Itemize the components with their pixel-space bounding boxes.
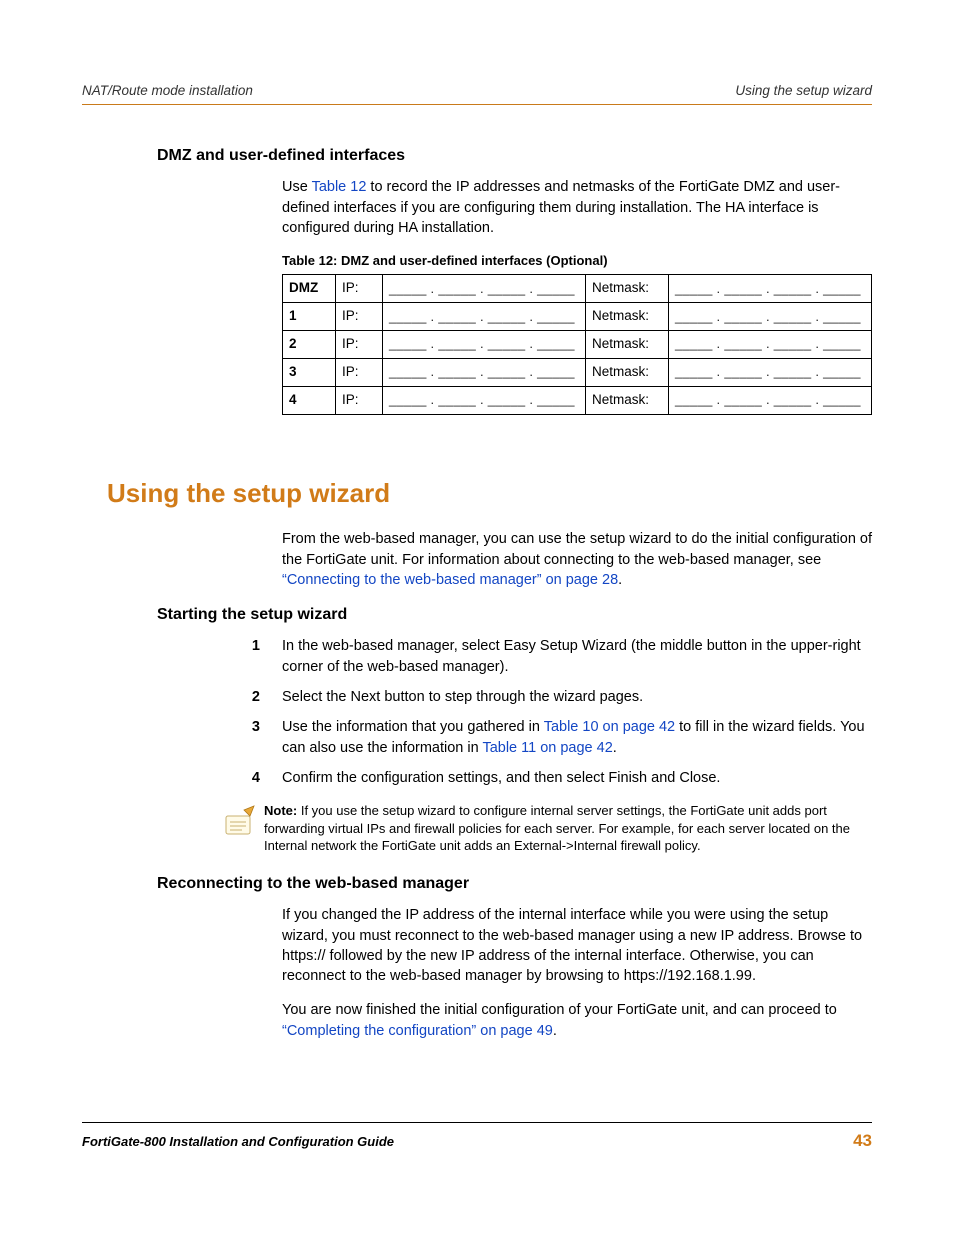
row-label: 1 xyxy=(283,303,336,331)
text: Use xyxy=(282,179,312,195)
ip-label: IP: xyxy=(336,331,383,359)
table-caption: Table 12: DMZ and user-defined interface… xyxy=(282,252,872,270)
link-completing[interactable]: “Completing the configuration” on page 4… xyxy=(282,1023,553,1039)
table-row: DMZIP:_____ . _____ . _____ . _____Netma… xyxy=(283,275,872,303)
note-label: Note: xyxy=(264,803,297,818)
step-number: 2 xyxy=(220,687,282,707)
text: . xyxy=(613,740,617,756)
ip-blank: _____ . _____ . _____ . _____ xyxy=(383,386,586,414)
steps-list: 1In the web-based manager, select Easy S… xyxy=(282,636,872,788)
table-row: 4IP:_____ . _____ . _____ . _____Netmask… xyxy=(283,386,872,414)
running-header: NAT/Route mode installation Using the se… xyxy=(82,82,872,105)
step-text: Select the Next button to step through t… xyxy=(282,689,643,705)
list-item: 2Select the Next button to step through … xyxy=(282,687,872,707)
netmask-label: Netmask: xyxy=(586,331,669,359)
netmask-blank: _____ . _____ . _____ . _____ xyxy=(669,303,872,331)
ip-blank: _____ . _____ . _____ . _____ xyxy=(383,275,586,303)
step-number: 3 xyxy=(220,717,282,758)
link-table11[interactable]: Table 11 on page 42 xyxy=(482,740,612,756)
step-number: 4 xyxy=(220,768,282,788)
note-block: Note: If you use the setup wizard to con… xyxy=(282,802,872,855)
ip-blank: _____ . _____ . _____ . _____ xyxy=(383,303,586,331)
link-table12[interactable]: Table 12 xyxy=(312,179,367,195)
dmz-paragraph: Use Table 12 to record the IP addresses … xyxy=(282,177,872,238)
list-item: 3Use the information that you gathered i… xyxy=(282,717,872,758)
ip-blank: _____ . _____ . _____ . _____ xyxy=(383,359,586,387)
ip-label: IP: xyxy=(336,359,383,387)
netmask-label: Netmask: xyxy=(586,275,669,303)
heading-starting: Starting the setup wizard xyxy=(157,604,872,626)
list-item: 4Confirm the configuration settings, and… xyxy=(282,768,872,788)
netmask-blank: _____ . _____ . _____ . _____ xyxy=(669,359,872,387)
netmask-label: Netmask: xyxy=(586,386,669,414)
text: From the web-based manager, you can use … xyxy=(282,531,872,567)
reconnect-para-1: If you changed the IP address of the int… xyxy=(282,905,872,986)
text: You are now finished the initial configu… xyxy=(282,1002,837,1018)
ip-label: IP: xyxy=(336,303,383,331)
table-row: 3IP:_____ . _____ . _____ . _____Netmask… xyxy=(283,359,872,387)
text: . xyxy=(553,1023,557,1039)
text: to record the IP addresses and netmasks … xyxy=(282,179,840,236)
chapter-paragraph: From the web-based manager, you can use … xyxy=(282,529,872,590)
netmask-blank: _____ . _____ . _____ . _____ xyxy=(669,386,872,414)
ip-blank: _____ . _____ . _____ . _____ xyxy=(383,331,586,359)
note-icon xyxy=(220,802,264,846)
text: . xyxy=(618,572,622,588)
step-text: Confirm the configuration settings, and … xyxy=(282,770,720,786)
netmask-blank: _____ . _____ . _____ . _____ xyxy=(669,275,872,303)
heading-dmz: DMZ and user-defined interfaces xyxy=(157,145,872,167)
link-web-manager[interactable]: “Connecting to the web-based manager” on… xyxy=(282,572,618,588)
netmask-blank: _____ . _____ . _____ . _____ xyxy=(669,331,872,359)
ip-label: IP: xyxy=(336,386,383,414)
netmask-label: Netmask: xyxy=(586,359,669,387)
note-text: Note: If you use the setup wizard to con… xyxy=(264,802,872,855)
link-table10[interactable]: Table 10 on page 42 xyxy=(544,719,675,735)
page-number: 43 xyxy=(853,1129,872,1153)
table-row: 1IP:_____ . _____ . _____ . _____Netmask… xyxy=(283,303,872,331)
row-label: 3 xyxy=(283,359,336,387)
step-number: 1 xyxy=(220,636,282,677)
header-right: Using the setup wizard xyxy=(735,82,872,101)
footer-title: FortiGate-800 Installation and Configura… xyxy=(82,1133,394,1151)
heading-reconnect: Reconnecting to the web-based manager xyxy=(157,873,872,895)
page-footer: FortiGate-800 Installation and Configura… xyxy=(82,1122,872,1153)
netmask-label: Netmask: xyxy=(586,303,669,331)
table-row: 2IP:_____ . _____ . _____ . _____Netmask… xyxy=(283,331,872,359)
interface-table: DMZIP:_____ . _____ . _____ . _____Netma… xyxy=(282,274,872,414)
note-body: If you use the setup wizard to configure… xyxy=(264,803,850,853)
document-page: NAT/Route mode installation Using the se… xyxy=(0,0,954,1235)
row-label: DMZ xyxy=(283,275,336,303)
header-left: NAT/Route mode installation xyxy=(82,82,253,101)
reconnect-para-2: You are now finished the initial configu… xyxy=(282,1000,872,1041)
ip-label: IP: xyxy=(336,275,383,303)
list-item: 1In the web-based manager, select Easy S… xyxy=(282,636,872,677)
row-label: 2 xyxy=(283,331,336,359)
row-label: 4 xyxy=(283,386,336,414)
heading-chapter: Using the setup wizard xyxy=(107,475,872,511)
step-text: In the web-based manager, select Easy Se… xyxy=(282,638,861,674)
text: Use the information that you gathered in xyxy=(282,719,544,735)
